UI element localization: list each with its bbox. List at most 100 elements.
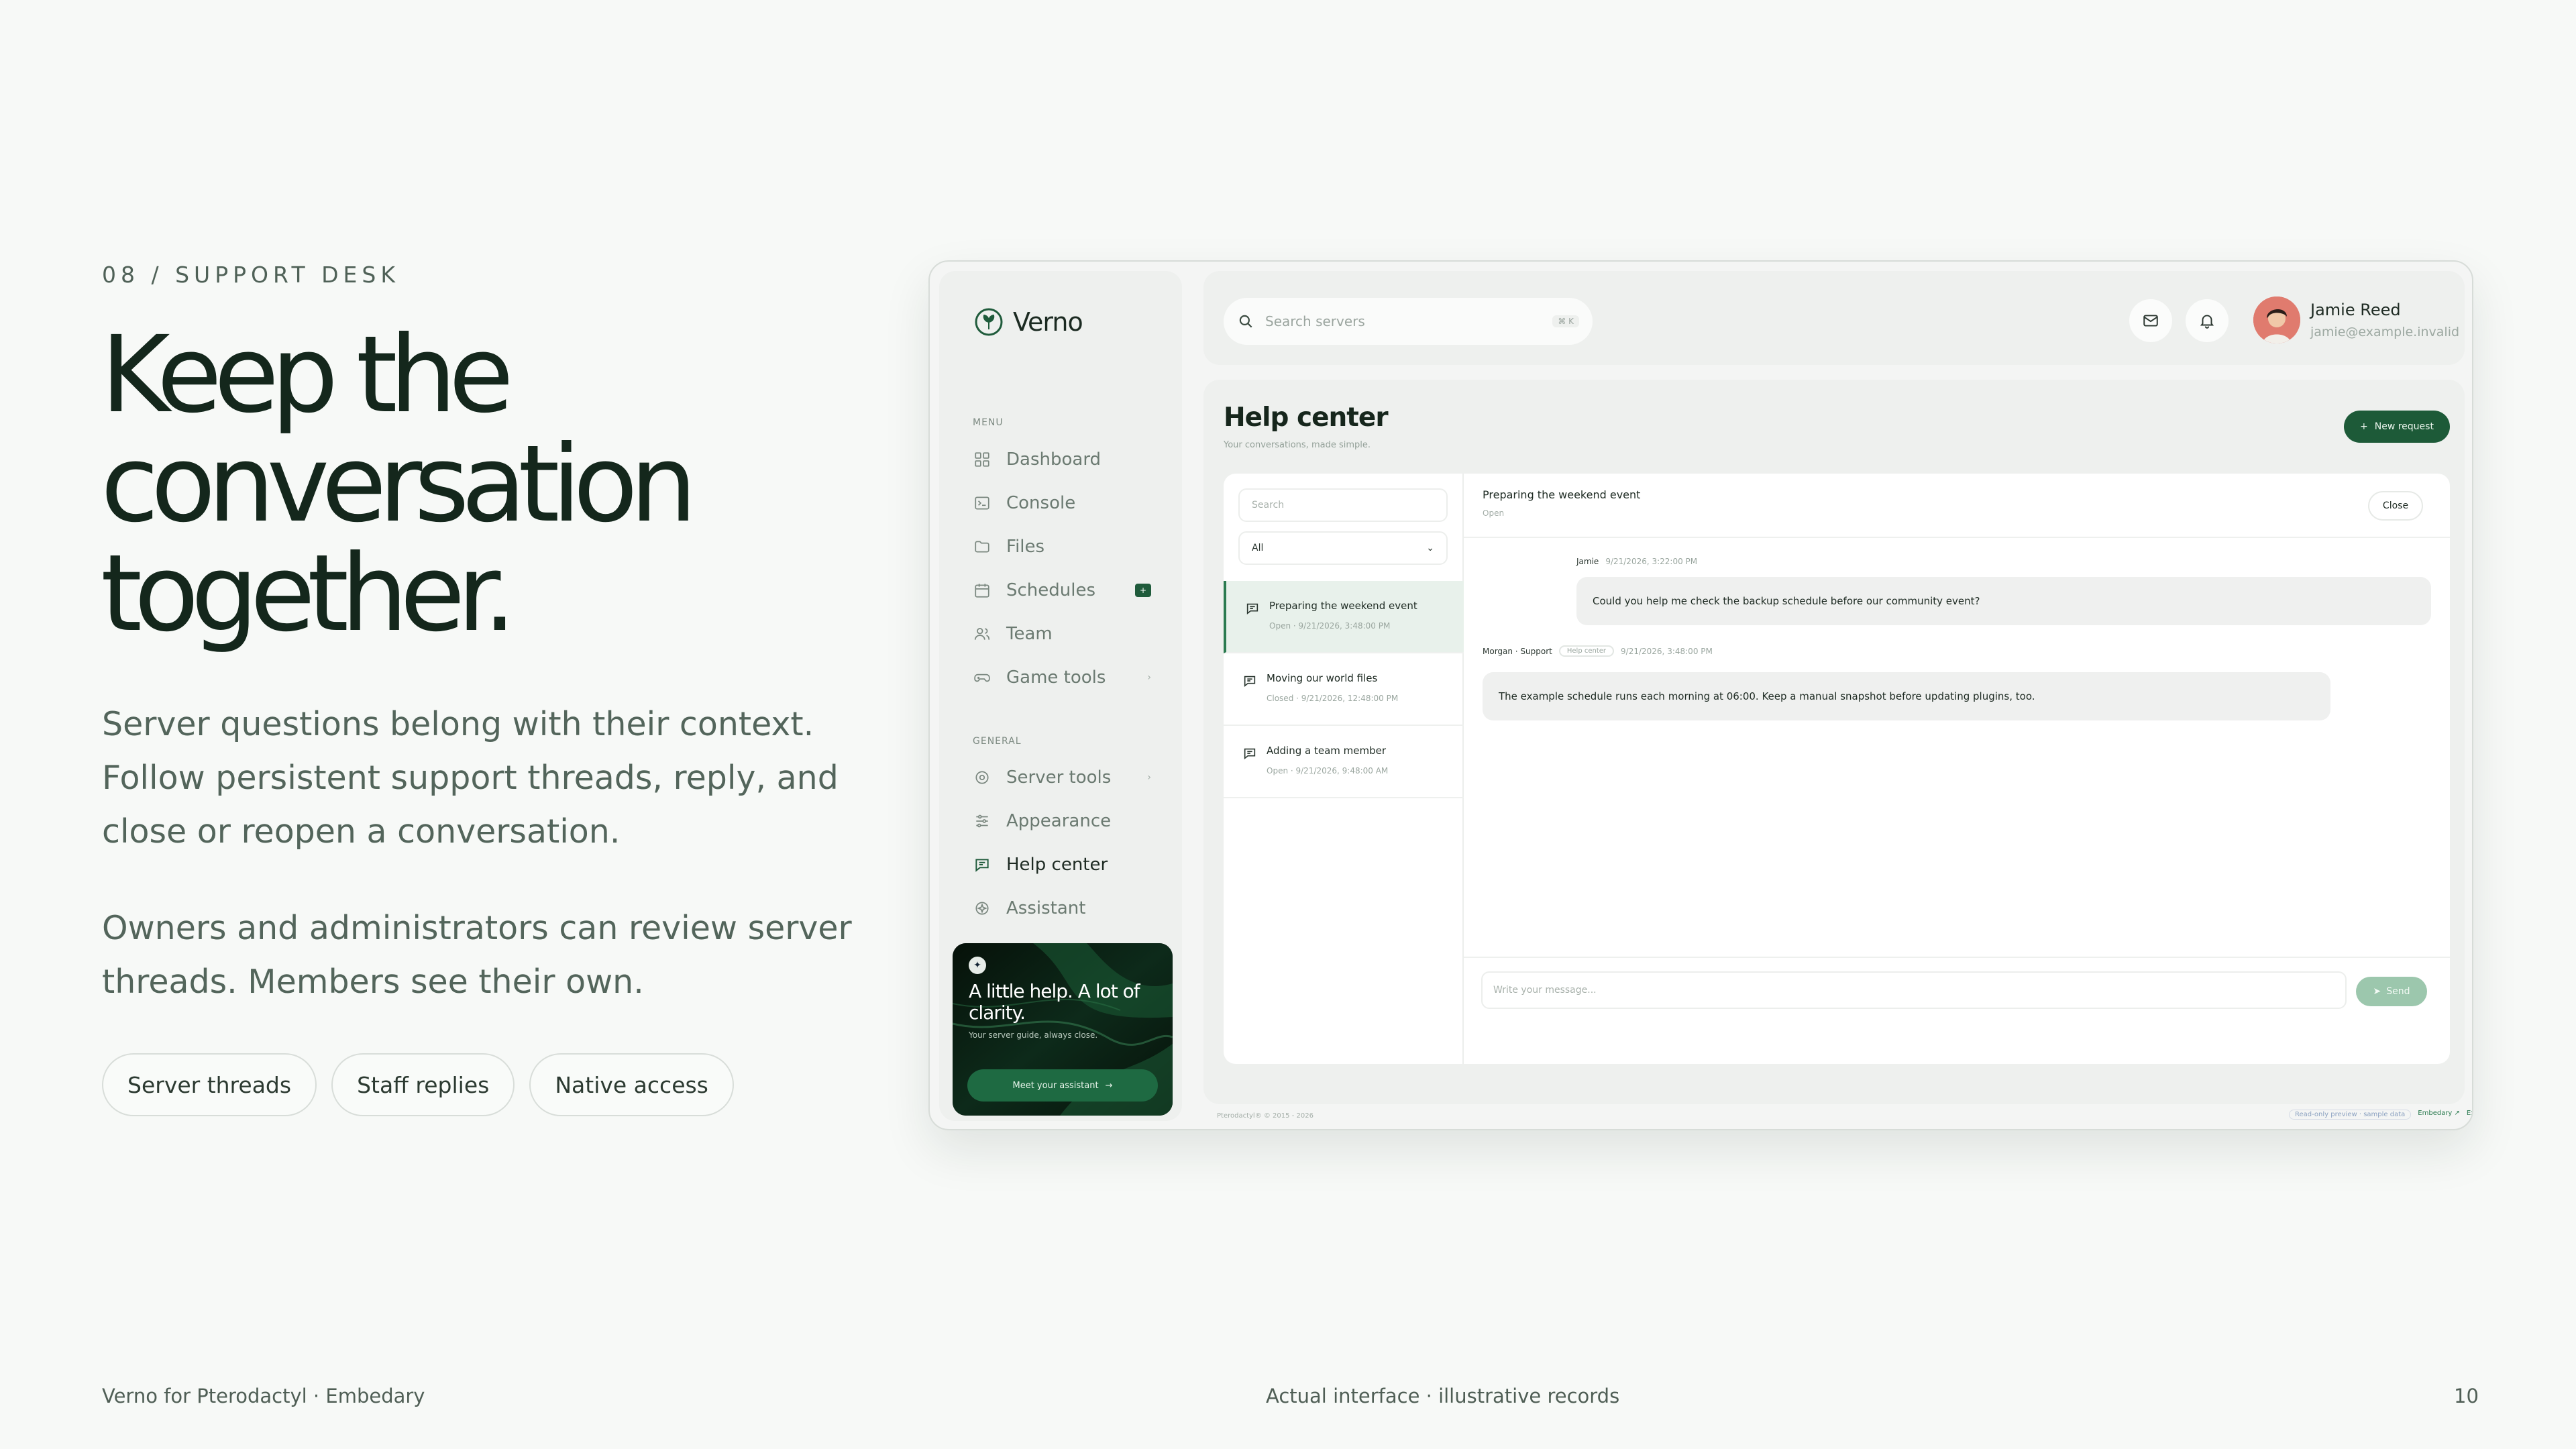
promo-title: A little help. A lot of clarity. [969, 980, 1140, 1024]
thread-title: Moving our world files [1267, 672, 1378, 684]
sidebar-item-label: Schedules [1006, 580, 1096, 600]
intro-paragraph: Server questions belong with their conte… [102, 705, 839, 851]
new-request-label: New request [2374, 421, 2434, 432]
app-window: Verno MENU Dashboard Console Files Sched… [928, 260, 2473, 1130]
thread-title: Adding a team member [1267, 745, 1387, 757]
footer-caption: Actual interface · illustrative records [1266, 1385, 1620, 1407]
thread-search-input[interactable] [1252, 500, 1446, 511]
mail-icon [2143, 315, 2158, 327]
sidebar-item-label: Team [1006, 623, 1053, 644]
message-composer: ➤ Send [1464, 957, 2450, 1064]
exit-link[interactable]: Exit [2467, 1110, 2472, 1120]
schedules-badge: + [1135, 583, 1151, 597]
page-subtitle: Your conversations, made simple. [1224, 440, 1371, 450]
page-number: 10 [2454, 1385, 2479, 1407]
target-icon [973, 768, 991, 787]
users-icon [973, 625, 991, 643]
thread-item[interactable]: Adding a team member Open · 9/21/2026, 9… [1224, 726, 1464, 798]
feature-chips: Server threads Staff replies Native acce… [102, 1053, 734, 1116]
user-avatar-icon [2253, 297, 2300, 343]
sidebar-item-assistant[interactable]: Assistant [962, 886, 1174, 930]
message-author: Jamie [1576, 557, 1599, 566]
sidebar-item-label: Appearance [1006, 810, 1112, 831]
search-box[interactable]: ⌘ K [1224, 298, 1593, 345]
general-nav: Server tools › Appearance Help center As… [962, 755, 1174, 930]
thread-list: All ⌄ Preparing the weekend event Open ·… [1224, 474, 1464, 1064]
message-icon [1246, 603, 1258, 615]
sidebar-item-dashboard[interactable]: Dashboard [962, 437, 1174, 481]
sidebar-item-game-tools[interactable]: Game tools › [962, 655, 1174, 699]
message-author: Morgan · Support [1483, 646, 1552, 656]
leaf-logo-icon [975, 308, 1003, 336]
meet-assistant-label: Meet your assistant [1012, 1080, 1099, 1091]
search-shortcut: ⌘ K [1552, 315, 1579, 327]
send-icon: ➤ [2373, 986, 2381, 997]
eyebrow: 08 / SUPPORT DESK [102, 262, 400, 288]
search-icon [1239, 315, 1252, 328]
preview-badge: Read-only preview · sample data [2289, 1110, 2412, 1120]
sidebar-item-schedules[interactable]: Schedules + [962, 568, 1174, 612]
sidebar-item-team[interactable]: Team [962, 612, 1174, 655]
thread-filter-select[interactable]: All ⌄ [1238, 531, 1448, 565]
plus-icon: + [2360, 421, 2368, 432]
thread-search[interactable] [1238, 488, 1448, 522]
sidebar-item-label: Dashboard [1006, 449, 1102, 470]
page-title: Help center [1224, 402, 1389, 433]
send-label: Send [2386, 986, 2410, 997]
user-email: jamie@example.invalid [2310, 325, 2460, 339]
folder-icon [973, 537, 991, 556]
message-tag: Help center [1558, 645, 1615, 657]
thread-meta: Open · 9/21/2026, 3:48:00 PM [1269, 621, 1391, 631]
sidebar-item-files[interactable]: Files [962, 525, 1174, 568]
message-icon [973, 855, 991, 874]
brand[interactable]: Verno [974, 307, 1083, 337]
message-icon [1244, 676, 1256, 688]
filter-value: All [1252, 543, 1264, 553]
close-conversation-button[interactable]: Close [2368, 491, 2423, 521]
new-request-button[interactable]: + New request [2344, 411, 2450, 443]
sidebar-item-help-center[interactable]: Help center [962, 843, 1174, 886]
sparkle-icon [973, 899, 991, 918]
sidebar-item-label: Help center [1006, 854, 1108, 875]
avatar[interactable] [2253, 297, 2300, 343]
message-time: 9/21/2026, 3:22:00 PM [1605, 557, 1698, 566]
sidebar-item-label: Server tools [1006, 767, 1112, 788]
window-footer-links: Read-only preview · sample data Embedary… [2289, 1110, 2472, 1120]
chevron-right-icon: › [1147, 672, 1151, 683]
message-field[interactable] [1481, 971, 2347, 1009]
sidebar-item-appearance[interactable]: Appearance [962, 799, 1174, 843]
mail-button[interactable] [2129, 299, 2172, 342]
sidebar-item-server-tools[interactable]: Server tools › [962, 755, 1174, 799]
embedary-link[interactable]: Embedary ↗ [2418, 1110, 2460, 1120]
sidebar-item-console[interactable]: Console [962, 481, 1174, 525]
thread-item[interactable]: Moving our world files Closed · 9/21/202… [1224, 653, 1464, 726]
gamepad-icon [973, 668, 991, 687]
sidebar-item-label: Game tools [1006, 667, 1106, 688]
meet-assistant-button[interactable]: Meet your assistant → [967, 1069, 1158, 1102]
menu-nav: Dashboard Console Files Schedules + Team [962, 437, 1174, 699]
message-bubble: The example schedule runs each morning a… [1483, 672, 2330, 720]
send-button[interactable]: ➤ Send [2356, 977, 2427, 1006]
conversation-title: Preparing the weekend event [1483, 488, 1641, 501]
chevron-down-icon: ⌄ [1426, 543, 1434, 553]
conversation-pane: Preparing the weekend event Open Close J… [1464, 474, 2450, 1064]
sliders-icon [973, 812, 991, 830]
bell-icon [2200, 315, 2214, 329]
sidebar-item-label: Files [1006, 536, 1045, 557]
thread-meta: Open · 9/21/2026, 9:48:00 AM [1267, 766, 1389, 775]
help-card: All ⌄ Preparing the weekend event Open ·… [1224, 474, 2450, 1064]
footer-brand: Verno for Pterodactyl · Embedary [102, 1385, 425, 1407]
message-icon [1244, 748, 1256, 760]
general-section-label: GENERAL [973, 736, 1022, 747]
access-paragraph: Owners and administrators can review ser… [102, 909, 852, 1001]
thread-item[interactable]: Preparing the weekend event Open · 9/21/… [1224, 581, 1464, 653]
chip-server-threads: Server threads [102, 1053, 317, 1116]
search-input[interactable] [1265, 313, 1553, 329]
chevron-right-icon: › [1147, 771, 1151, 783]
chip-staff-replies: Staff replies [331, 1053, 515, 1116]
message-input[interactable] [1493, 985, 2345, 996]
menu-section-label: MENU [973, 417, 1004, 428]
notifications-button[interactable] [2186, 299, 2229, 342]
sidebar-item-label: Console [1006, 492, 1076, 513]
terminal-icon [973, 494, 991, 513]
